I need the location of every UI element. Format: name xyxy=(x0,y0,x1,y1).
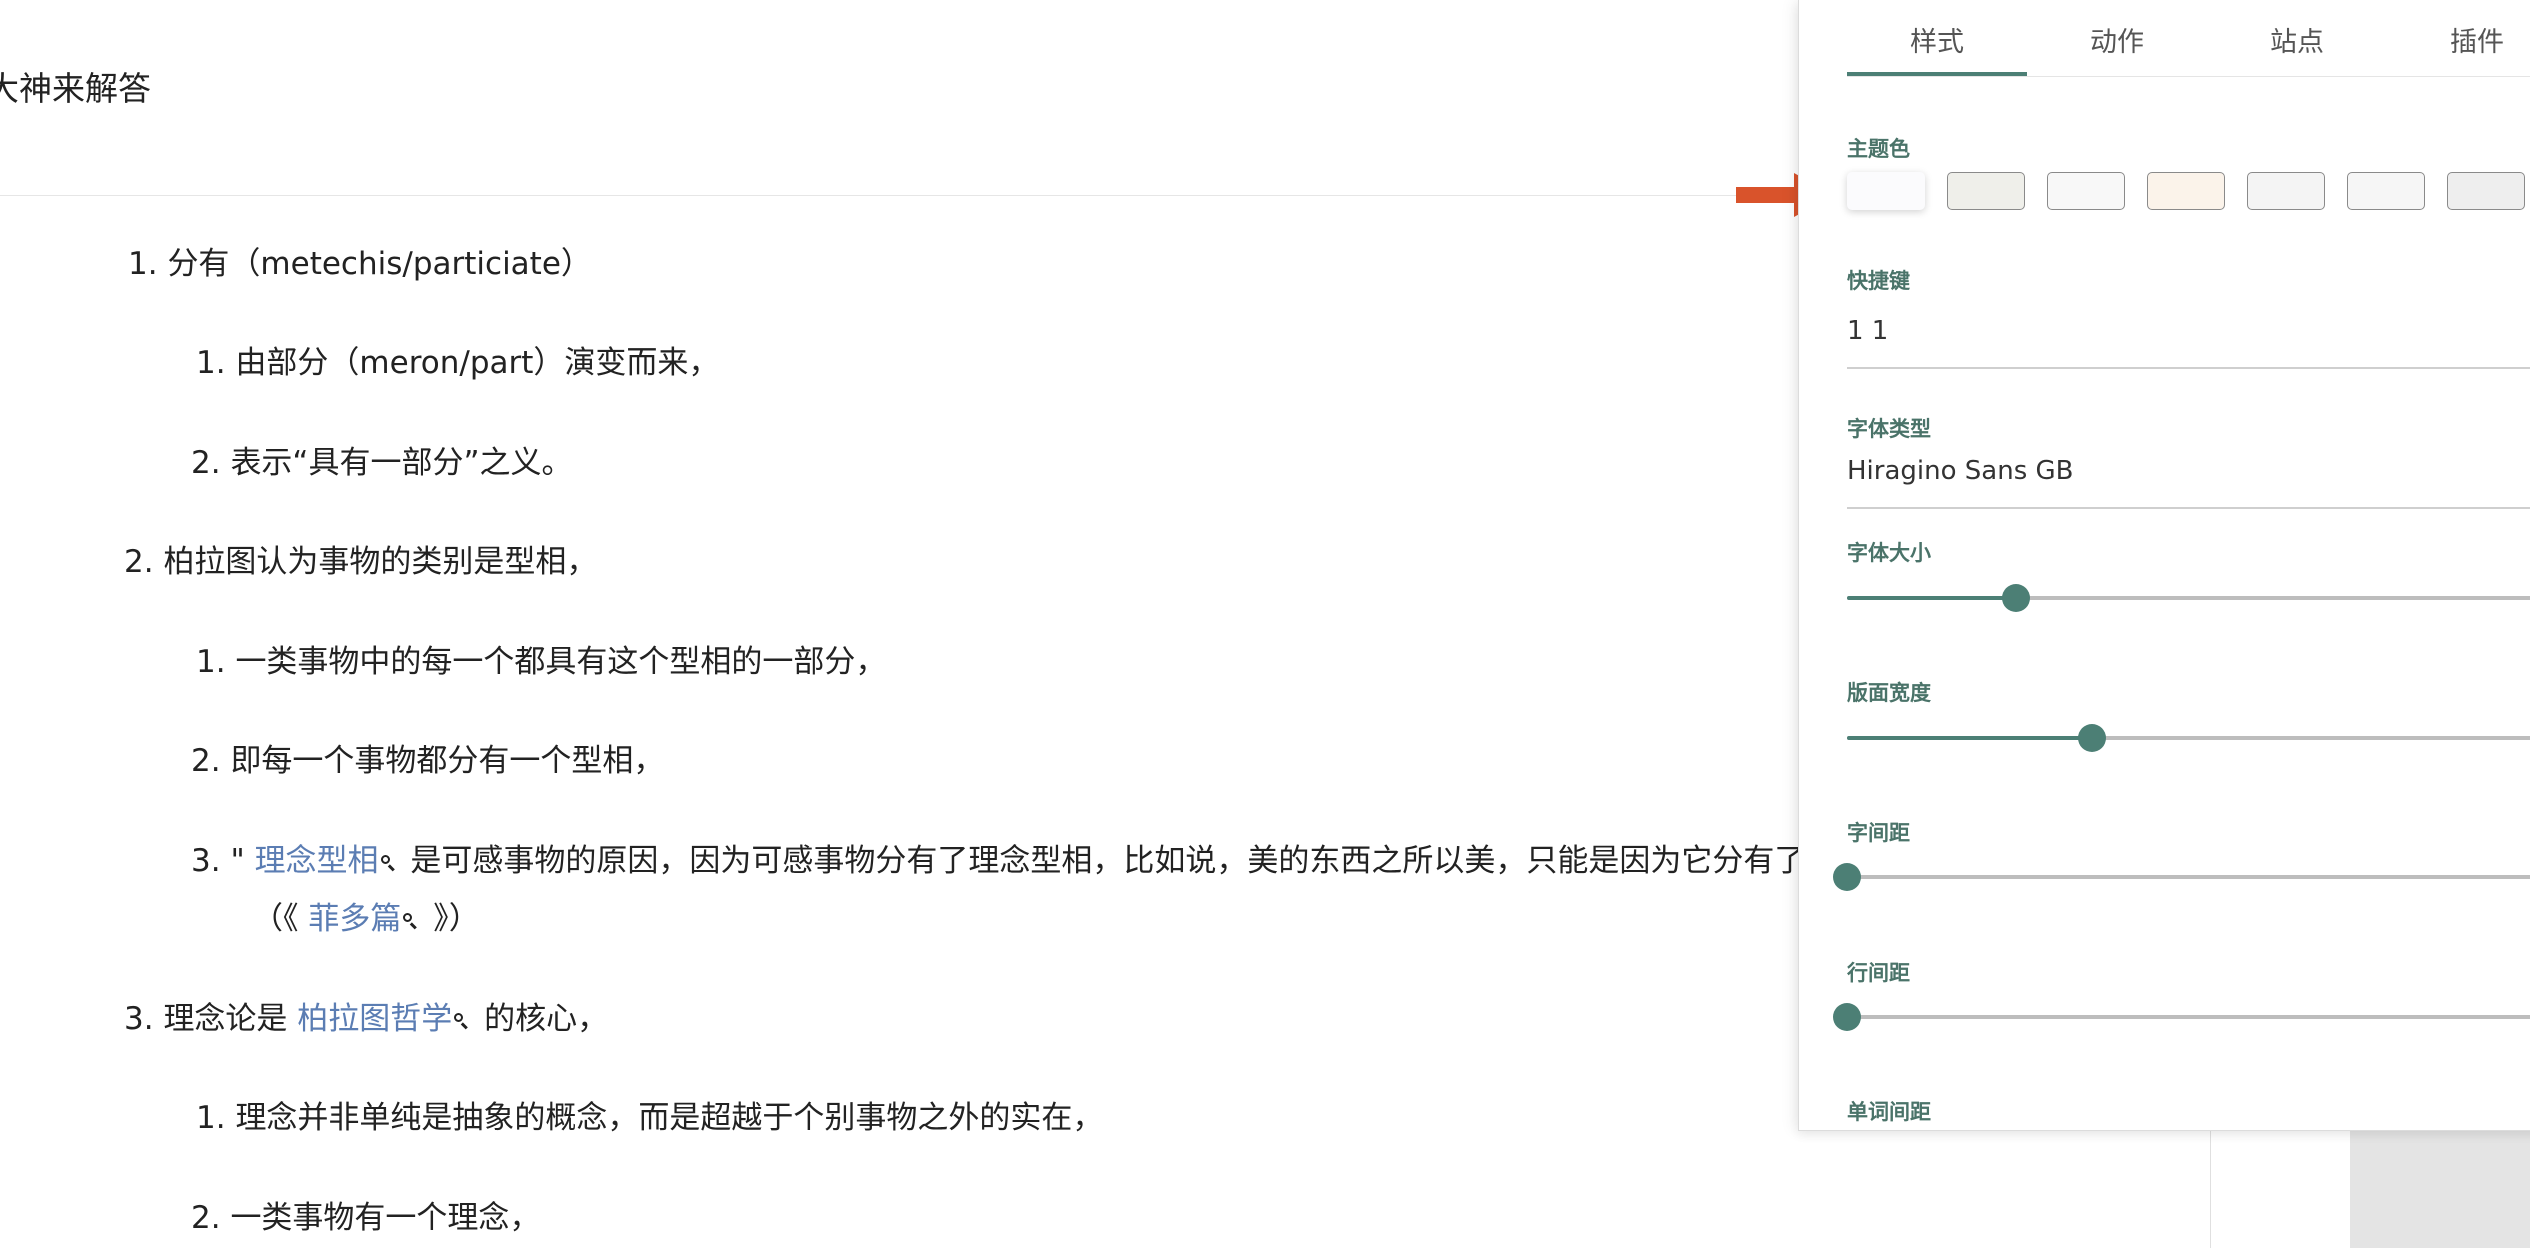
link-phaedo[interactable]: 菲多篇 xyxy=(308,901,401,937)
tab-plugins[interactable]: 插件 xyxy=(2387,20,2530,59)
theme-swatch[interactable] xyxy=(2347,172,2425,210)
font-family-label: 字体类型 xyxy=(1847,417,1931,441)
font-size-slider[interactable] xyxy=(1847,583,2530,613)
page-width-slider[interactable] xyxy=(1847,723,2530,753)
list-item: 1. 理念并非单纯是抽象的概念，而是超越于个别事物之外的实在， xyxy=(196,1100,1104,1136)
theme-swatch[interactable] xyxy=(2447,172,2525,210)
list-item: 2. 一类事物有一个理念， xyxy=(191,1200,541,1236)
shortcut-input[interactable]: 1 1 xyxy=(1847,316,1888,346)
list-item: 3. 理念论是 柏拉图哲学 的核心， xyxy=(124,1001,609,1037)
link-plato-philosophy[interactable]: 柏拉图哲学 xyxy=(297,1001,452,1037)
slider-thumb[interactable] xyxy=(1833,863,1861,891)
font-size-label: 字体大小 xyxy=(1847,541,1931,565)
tab-sites[interactable]: 站点 xyxy=(2207,20,2387,59)
list-item: 3. " 理念型相 是可感事物的原因，因为可感事物分有了理念型相，比如说，美的东… xyxy=(191,843,1800,879)
slider-fill xyxy=(1847,736,2092,740)
background-strip xyxy=(2350,1130,2530,1248)
font-family-select[interactable]: Hiragino Sans GB xyxy=(1847,456,2073,486)
list-item: 2. 即每一个事物都分有一个型相， xyxy=(191,743,665,779)
search-icon[interactable] xyxy=(403,913,417,927)
link-theory-of-forms[interactable]: 理念型相 xyxy=(255,843,379,879)
slider-thumb[interactable] xyxy=(1833,1003,1861,1031)
tab-style[interactable]: 样式 xyxy=(1847,20,2027,59)
slider-fill xyxy=(1847,596,2017,600)
line-spacing-label: 行间距 xyxy=(1847,961,1910,985)
settings-panel: 样式 动作 站点 插件 主题色 快捷键 1 1 字体类型 Hiragino Sa… xyxy=(1798,0,2530,1131)
list-item: 2. 表示“具有一部分”之义。 xyxy=(191,445,573,481)
search-icon[interactable] xyxy=(454,1013,468,1027)
list-item: 2. 柏拉图认为事物的类别是型相， xyxy=(124,544,598,580)
list-item: 1. 一类事物中的每一个都具有这个型相的一部分， xyxy=(196,644,887,680)
theme-swatch[interactable] xyxy=(2247,172,2325,210)
theme-swatch[interactable] xyxy=(2047,172,2125,210)
theme-color-label: 主题色 xyxy=(1847,137,1910,161)
shortcut-underline xyxy=(1847,367,2530,369)
tab-divider xyxy=(1847,76,2530,77)
page-width-label: 版面宽度 xyxy=(1847,681,1931,705)
theme-swatch[interactable] xyxy=(1947,172,2025,210)
line-spacing-slider[interactable] xyxy=(1833,1002,2530,1032)
list-item: 1. 分有（metechis/particiate） xyxy=(128,246,592,282)
font-family-underline xyxy=(1847,507,2530,509)
word-spacing-label: 单词间距 xyxy=(1847,1100,1931,1124)
letter-spacing-label: 字间距 xyxy=(1847,821,1910,845)
theme-swatch[interactable] xyxy=(1847,172,1925,210)
slider-track xyxy=(1847,875,2530,879)
tab-actions[interactable]: 动作 xyxy=(2027,20,2207,59)
article-area: 大神来解答 1. 分有（metechis/particiate） 1. 由部分（… xyxy=(0,0,1800,1248)
tab-bar: 样式 动作 站点 插件 xyxy=(1847,0,2530,78)
list-item-continuation: （《 菲多篇 》） xyxy=(252,901,480,937)
slider-thumb[interactable] xyxy=(2077,724,2106,752)
article-title: 大神来解答 xyxy=(0,69,151,108)
title-divider xyxy=(0,195,1800,196)
list-item: 1. 由部分（meron/part）演变而来， xyxy=(196,345,720,381)
shortcut-label: 快捷键 xyxy=(1847,269,1910,293)
slider-track xyxy=(1847,1015,2530,1019)
slider-thumb[interactable] xyxy=(2002,584,2031,612)
search-icon[interactable] xyxy=(380,855,395,869)
theme-swatch[interactable] xyxy=(2147,172,2225,210)
letter-spacing-slider[interactable] xyxy=(1833,862,2530,892)
page-edge xyxy=(2210,1120,2211,1248)
